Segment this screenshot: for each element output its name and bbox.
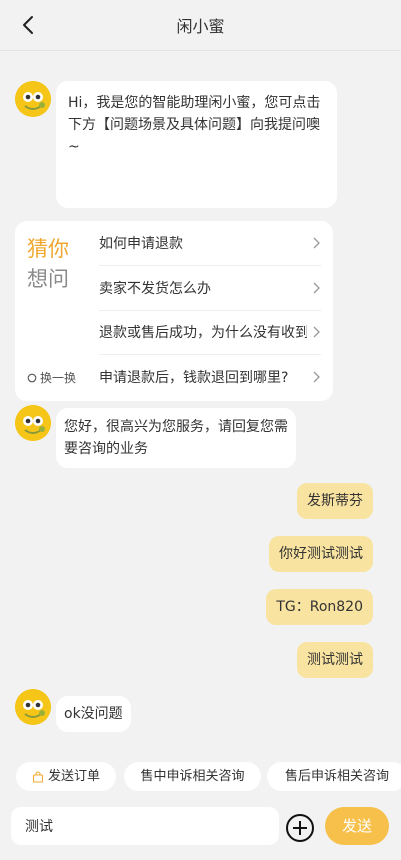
chevron-right-icon bbox=[313, 237, 320, 249]
input-bar: 发送 bbox=[0, 800, 401, 860]
chevron-right-icon bbox=[313, 371, 320, 383]
guess-title-line1: 猜你 bbox=[27, 237, 69, 261]
after-sale-appeal-label: 售后申诉相关咨询 bbox=[284, 769, 389, 784]
user-message: TG：Ron820 bbox=[266, 589, 373, 625]
guess-questions-card: 猜你 想问 换一换 如何申请退款 卖家不发货怎么办 退款或售后成功，为什么没有收… bbox=[15, 221, 333, 401]
send-order-label: 发送订单 bbox=[47, 769, 100, 784]
guess-question-item[interactable]: 如何申请退款 bbox=[99, 221, 321, 266]
chat-header: 闲小蜜 bbox=[0, 0, 401, 51]
bee-mascot-icon bbox=[15, 81, 51, 117]
chevron-right-icon bbox=[313, 326, 320, 338]
in-sale-appeal-button[interactable]: 售中申诉相关咨询 bbox=[124, 762, 261, 791]
back-arrow-icon[interactable] bbox=[18, 14, 40, 36]
message-input[interactable] bbox=[11, 807, 279, 845]
user-message: 测试测试 bbox=[297, 642, 373, 678]
bot-greeting-message: 您好，很高兴为您服务，请回复您需要咨询的业务 bbox=[56, 408, 296, 468]
chevron-right-icon bbox=[313, 282, 320, 294]
guess-title-line2: 想问 bbox=[27, 267, 69, 291]
question-text: 申请退款后，钱款退回到哪里? bbox=[99, 370, 289, 386]
in-sale-appeal-label: 售中申诉相关咨询 bbox=[140, 769, 245, 784]
guess-question-item[interactable]: 卖家不发货怎么办 bbox=[99, 266, 321, 311]
bee-mascot-icon bbox=[15, 689, 51, 725]
question-text: 如何申请退款 bbox=[99, 236, 183, 252]
bot-reply-message: ok没问题 bbox=[56, 696, 131, 732]
plus-circle-icon[interactable] bbox=[285, 813, 315, 843]
bot-avatar bbox=[15, 405, 51, 441]
send-button[interactable]: 发送 bbox=[325, 807, 389, 845]
guess-question-item[interactable]: 退款或售后成功，为什么没有收到退款 bbox=[99, 310, 321, 355]
guess-question-item[interactable]: 申请退款后，钱款退回到哪里? bbox=[99, 355, 321, 399]
send-order-button[interactable]: 发送订单 bbox=[16, 762, 116, 791]
refresh-button[interactable]: 换一换 bbox=[27, 369, 76, 386]
user-message: 发斯蒂芬 bbox=[297, 483, 373, 519]
bee-mascot-icon bbox=[15, 405, 51, 441]
after-sale-appeal-button[interactable]: 售后申诉相关咨询 bbox=[267, 762, 401, 791]
question-text: 卖家不发货怎么办 bbox=[99, 281, 211, 297]
refresh-label: 换一换 bbox=[40, 371, 77, 385]
shopping-bag-icon bbox=[32, 770, 44, 783]
bot-avatar bbox=[15, 689, 51, 725]
refresh-icon bbox=[27, 373, 37, 382]
user-message: 你好测试测试 bbox=[269, 536, 373, 572]
question-text: 退款或售后成功，为什么没有收到退款 bbox=[99, 325, 307, 341]
bot-welcome-message: Hi，我是您的智能助理闲小蜜，您可点击下方【问题场景及具体问题】向我提问噢~ bbox=[56, 81, 337, 208]
bot-avatar bbox=[15, 81, 51, 117]
quick-actions-bar: 发送订单 售中申诉相关咨询 售后申诉相关咨询 bbox=[0, 758, 401, 794]
chat-title: 闲小蜜 bbox=[176, 17, 225, 36]
